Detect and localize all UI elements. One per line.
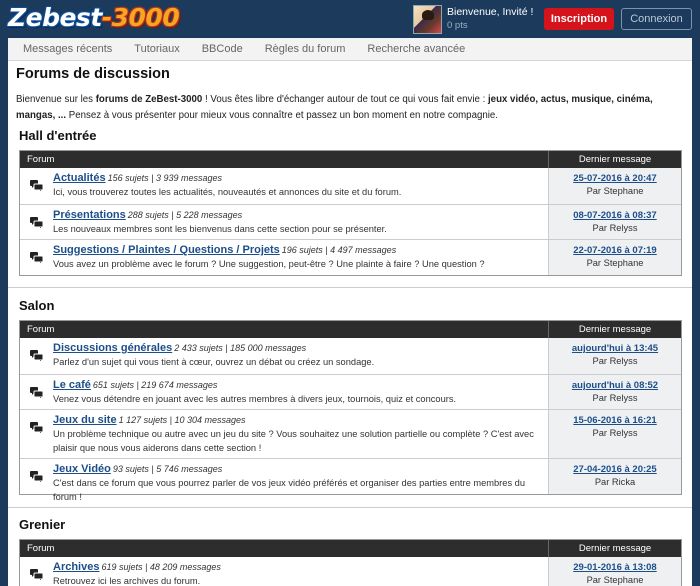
chat-bubbles-icon	[30, 569, 43, 580]
user-panel: Bienvenue, Invité ! 0 pts	[413, 4, 533, 34]
chat-bubbles-icon	[30, 471, 43, 482]
forum-row: Actualités 156 sujets | 3 939 messages Ic…	[20, 168, 681, 204]
last-message-author: Par Stephane	[586, 575, 644, 585]
col-last-message: Dernier message	[578, 324, 652, 335]
nav-tutorials[interactable]: Tutoriaux	[134, 43, 179, 55]
user-greeting: Bienvenue, Invité !	[447, 6, 534, 18]
forum-stats: 156 sujets | 3 939 messages	[107, 173, 222, 183]
last-message-link[interactable]: aujourd'hui à 08:52	[549, 379, 681, 392]
last-message-link[interactable]: 08-07-2016 à 08:37	[549, 209, 681, 222]
forum-link[interactable]: Actualités	[53, 172, 106, 184]
forum-link[interactable]: Discussions générales	[53, 342, 172, 354]
last-message-link[interactable]: 22-07-2016 à 07:19	[549, 244, 681, 257]
avatar[interactable]	[413, 4, 442, 34]
forum-row: Jeux Vidéo 93 sujets | 5 746 messages C'e…	[20, 458, 681, 502]
main-content: Forums de discussion Bienvenue sur les f…	[8, 61, 692, 586]
forum-link[interactable]: Archives	[53, 561, 99, 573]
site-logo[interactable]: Zebest-3000	[8, 3, 180, 32]
login-button[interactable]: Connexion	[621, 8, 692, 30]
chat-bubbles-icon	[30, 422, 43, 433]
chat-bubbles-icon	[30, 252, 43, 263]
nav-forum-rules[interactable]: Règles du forum	[265, 43, 346, 55]
forum-description: Vous avez un problème avec le forum ? Un…	[53, 259, 485, 269]
section-title: Hall d'entrée	[19, 128, 97, 143]
last-message-author: Par Relyss	[592, 393, 638, 403]
forum-row: Jeux du site 1 127 sujets | 10 304 messag…	[20, 409, 681, 458]
last-message-link[interactable]: aujourd'hui à 13:45	[549, 342, 681, 355]
forum-link[interactable]: Le café	[53, 379, 91, 391]
chat-bubbles-icon	[30, 387, 43, 398]
forum-description: Un problème technique ou autre avec un j…	[53, 429, 534, 453]
forum-table: Forum Dernier message Actualités 156 sujet…	[19, 150, 682, 276]
forum-link[interactable]: Jeux du site	[53, 414, 117, 426]
forum-stats: 619 sujets | 48 209 messages	[101, 562, 221, 572]
nav-advanced-search[interactable]: Recherche avancée	[367, 43, 465, 55]
forum-row: Le café 651 sujets | 219 674 messages Ven…	[20, 374, 681, 409]
section-divider	[8, 287, 692, 288]
forum-stats: 2 433 sujets | 185 000 messages	[174, 343, 307, 353]
last-message-author: Par Stephane	[586, 258, 644, 268]
forum-table: Forum Dernier message Discussions général…	[19, 320, 682, 502]
forum-description: Ici, vous trouverez toutes les actualité…	[53, 187, 402, 197]
forum-link[interactable]: Présentations	[53, 209, 126, 221]
last-message-link[interactable]: 15-06-2016 à 16:21	[549, 414, 681, 427]
section-salon: Salon Forum Dernier message Discussions g…	[19, 298, 682, 502]
forum-link[interactable]: Jeux Vidéo	[53, 463, 111, 475]
section-title: Salon	[19, 298, 55, 313]
forum-description: Retrouvez ici les archives du forum.	[53, 576, 201, 586]
nav-recent-messages[interactable]: Messages récents	[23, 43, 112, 55]
section-grenier: Grenier Forum Dernier message Archives 619…	[19, 517, 682, 586]
col-last-message: Dernier message	[578, 543, 652, 554]
forum-link[interactable]: Suggestions / Plaintes / Questions / Pro…	[53, 244, 280, 256]
last-message-author: Par Ricka	[594, 477, 636, 487]
last-message-author: Par Stephane	[586, 186, 644, 196]
section-title: Grenier	[19, 517, 66, 532]
col-forum: Forum	[20, 151, 549, 168]
main-nav: Messages récents Tutoriaux BBCode Règles…	[8, 38, 692, 61]
forum-row: Présentations 288 sujets | 5 228 messages…	[20, 204, 681, 239]
forum-table: Forum Dernier message Archives 619 sujets …	[19, 539, 682, 586]
last-message-link[interactable]: 27-04-2016 à 20:25	[549, 463, 681, 476]
section-hall: Hall d'entrée Forum Dernier message Actua…	[19, 128, 682, 276]
forum-description: Les nouveaux membres sont les bienvenus …	[53, 224, 387, 234]
forum-stats: 288 sujets | 5 228 messages	[127, 210, 243, 220]
forum-stats: 651 sujets | 219 674 messages	[92, 380, 218, 390]
col-forum: Forum	[20, 321, 549, 338]
welcome-text: Bienvenue sur les forums de ZeBest-3000 …	[16, 94, 653, 121]
last-message-link[interactable]: 29-01-2016 à 13:08	[549, 561, 681, 574]
user-points: 0 pts	[447, 20, 468, 31]
last-message-author: Par Relyss	[592, 223, 638, 233]
chat-bubbles-icon	[30, 217, 43, 228]
nav-bbcode[interactable]: BBCode	[202, 43, 243, 55]
forum-row: Suggestions / Plaintes / Questions / Pro…	[20, 239, 681, 275]
last-message-link[interactable]: 25-07-2016 à 20:47	[549, 172, 681, 185]
page-title: Forums de discussion	[16, 66, 170, 82]
signup-button[interactable]: Inscription	[544, 8, 614, 30]
col-last-message: Dernier message	[578, 154, 652, 165]
section-divider	[8, 507, 692, 508]
forum-description: C'est dans ce forum que vous pourrez par…	[53, 478, 526, 502]
forum-stats: 196 sujets | 4 497 messages	[281, 245, 397, 255]
top-header: Zebest-3000 Bienvenue, Invité ! 0 pts In…	[0, 0, 700, 38]
col-forum: Forum	[20, 540, 549, 557]
last-message-author: Par Relyss	[592, 428, 638, 438]
forum-description: Venez vous détendre en jouant avec les a…	[53, 394, 457, 404]
last-message-author: Par Relyss	[592, 356, 638, 366]
forum-stats: 1 127 sujets | 10 304 messages	[118, 415, 246, 425]
forum-stats: 93 sujets | 5 746 messages	[112, 464, 223, 474]
forum-row: Discussions générales 2 433 sujets | 185 …	[20, 338, 681, 374]
chat-bubbles-icon	[30, 350, 43, 361]
forum-row: Archives 619 sujets | 48 209 messages Ret…	[20, 557, 681, 586]
forum-description: Parlez d'un sujet qui vous tient à cœur,…	[53, 357, 375, 367]
chat-bubbles-icon	[30, 180, 43, 191]
